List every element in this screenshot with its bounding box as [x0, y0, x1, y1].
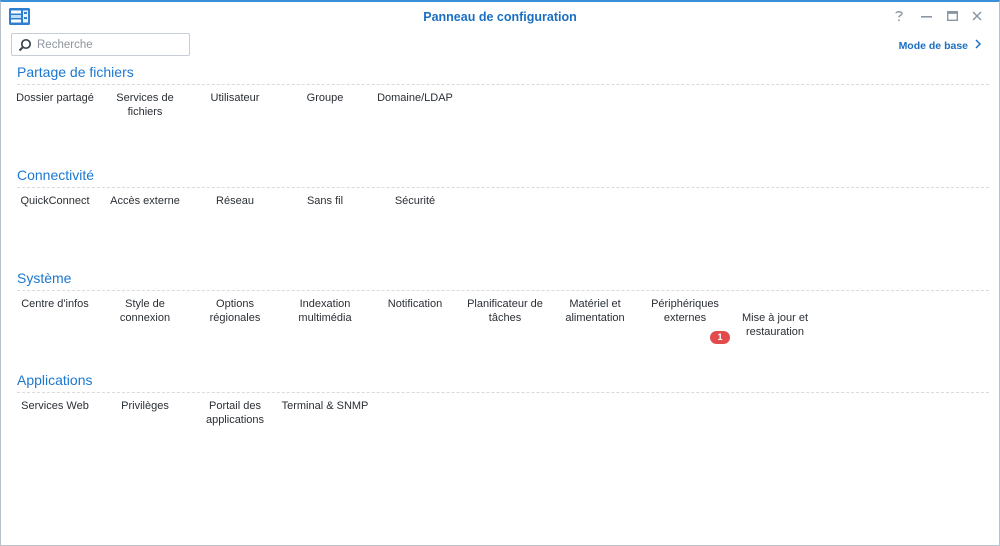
panel-item-security[interactable]: Sécurité [370, 194, 460, 208]
section-applications: Applications Services Web Privilèges Por… [17, 370, 989, 426]
panel-item-media-indexing[interactable]: Indexation multimédia [280, 297, 370, 325]
panel-item-external-devices[interactable]: Périphériques externes [640, 297, 730, 325]
section-connectivity: Connectivité QuickConnect Accès externe … [17, 165, 989, 207]
basic-mode-label: Mode de base [898, 39, 968, 52]
close-icon[interactable] [967, 6, 987, 26]
section-items: QuickConnect Accès externe Réseau Sans f… [10, 194, 990, 254]
section-items: Dossier partagé Services de fichiers Uti… [10, 91, 990, 151]
basic-mode-link[interactable]: Mode de base [898, 39, 982, 52]
chevron-right-icon [975, 39, 982, 52]
panel-item-update-restore[interactable]: 1 Mise à jour et restauration [710, 311, 820, 344]
search-box[interactable] [11, 33, 190, 56]
panel-item-terminal-snmp[interactable]: Terminal & SNMP [280, 399, 370, 413]
panel-item-label: Mise à jour et restauration [741, 312, 809, 338]
section-items: Services Web Privilèges Portail des appl… [10, 399, 990, 459]
minimize-icon[interactable] [916, 6, 936, 26]
panel-item-application-portal[interactable]: Portail des applications [190, 399, 280, 427]
section-system: Système Centre d'infos Style de connexio… [17, 268, 989, 344]
panel-item-task-scheduler[interactable]: Planificateur de tâches [460, 297, 550, 325]
notification-badge: 1 [710, 331, 730, 344]
panel-item-user[interactable]: Utilisateur [190, 91, 280, 105]
section-title: Applications [17, 372, 93, 388]
window-title: Panneau de configuration [423, 10, 577, 24]
panel-item-external-access[interactable]: Accès externe [100, 194, 190, 208]
section-divider [17, 290, 989, 291]
panel-item-quickconnect[interactable]: QuickConnect [10, 194, 100, 208]
maximize-icon[interactable] [942, 6, 962, 26]
section-title: Partage de fichiers [17, 64, 134, 80]
panel-item-group[interactable]: Groupe [280, 91, 370, 105]
section-title: Connectivité [17, 167, 95, 183]
section-divider [17, 84, 989, 85]
panel-item-wireless[interactable]: Sans fil [280, 194, 370, 208]
control-panel-window: Panneau de configuration Mode de base Pa… [0, 0, 1000, 546]
panel-item-file-services[interactable]: Services de fichiers [100, 91, 190, 119]
panel-item-login-style[interactable]: Style de connexion [100, 297, 190, 325]
panel-item-domain-ldap[interactable]: Domaine/LDAP [370, 91, 460, 105]
panel-item-privileges[interactable]: Privilèges [100, 399, 190, 413]
panel-item-shared-folder[interactable]: Dossier partagé [10, 91, 100, 105]
panel-item-regional-options[interactable]: Options régionales [190, 297, 280, 325]
search-input[interactable] [37, 36, 187, 53]
section-divider [17, 187, 989, 188]
panel-item-hardware-power[interactable]: Matériel et alimentation [550, 297, 640, 325]
help-icon[interactable] [889, 6, 909, 26]
section-title: Système [17, 270, 72, 286]
section-divider [17, 392, 989, 393]
panel-item-web-services[interactable]: Services Web [10, 399, 100, 413]
panel-item-notification[interactable]: Notification [370, 297, 460, 311]
panel-item-network[interactable]: Réseau [190, 194, 280, 208]
search-icon [18, 38, 32, 57]
section-items: Centre d'infos Style de connexion Option… [10, 297, 990, 357]
panel-item-info-center[interactable]: Centre d'infos [10, 297, 100, 311]
title-bar[interactable]: Panneau de configuration [1, 2, 999, 30]
section-file-sharing: Partage de fichiers Dossier partagé Serv… [16, 62, 989, 118]
